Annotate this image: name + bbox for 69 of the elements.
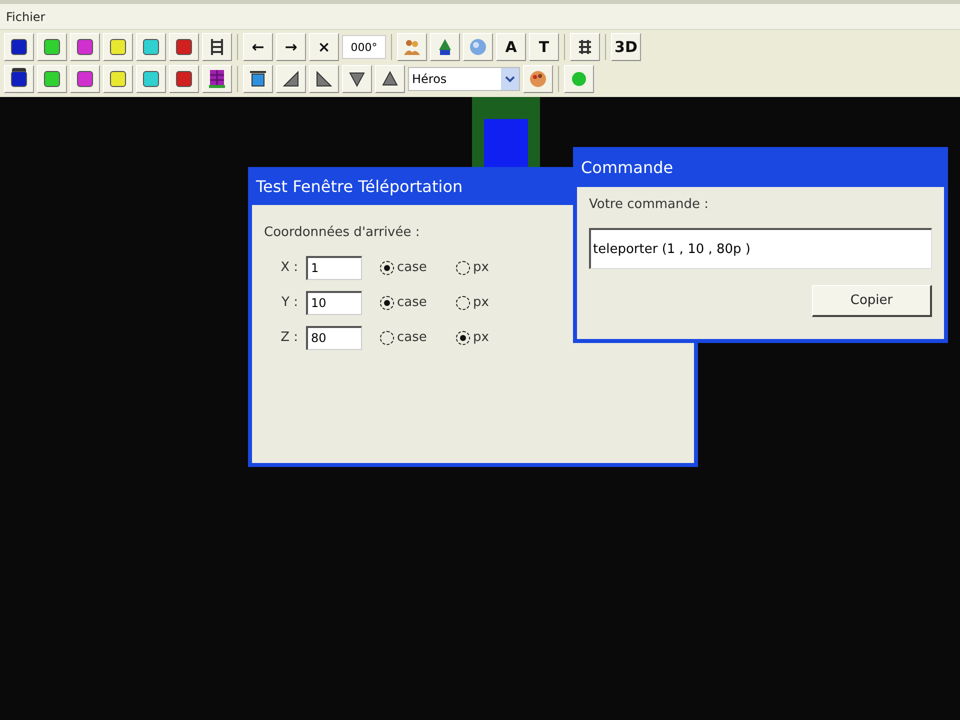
color-button[interactable] (37, 65, 67, 93)
toolbar-button[interactable]: → (276, 33, 306, 61)
axis-label: Z : (280, 330, 299, 345)
toolbar-button[interactable] (342, 65, 372, 93)
toolbar-button[interactable] (202, 33, 232, 61)
toolbar-button[interactable]: T (529, 33, 559, 61)
triangle-up-icon (382, 71, 398, 87)
toolbar-button[interactable] (243, 65, 273, 93)
grid-icon (577, 39, 593, 55)
toolbar-button[interactable] (430, 33, 460, 61)
toolbar-button[interactable]: × (309, 33, 339, 61)
radio-option[interactable]: px (456, 260, 532, 275)
dropdown[interactable]: Héros (408, 67, 520, 91)
menu-item[interactable]: Fichier (6, 10, 46, 24)
people-icon (403, 38, 421, 56)
toolbar-button[interactable] (523, 65, 553, 93)
radio-icon[interactable] (380, 260, 394, 274)
toolbar-button[interactable] (276, 65, 306, 93)
toolbar-button[interactable] (375, 65, 405, 93)
radio-icon[interactable] (456, 296, 470, 310)
radio-icon[interactable] (456, 260, 470, 274)
color-button[interactable] (136, 33, 166, 61)
coordinate-field[interactable]: 1 (306, 256, 362, 280)
radio-icon[interactable] (380, 330, 394, 344)
triangle-icon (283, 71, 299, 87)
radio-option[interactable]: px (456, 330, 532, 345)
palette-icon (529, 70, 547, 88)
axis-label: X : (280, 260, 299, 275)
circle-icon (571, 71, 587, 87)
toolbar-button[interactable] (309, 65, 339, 93)
square-icon (249, 70, 267, 88)
field-label: Votre commande : (589, 197, 710, 212)
radio-option[interactable]: case (380, 295, 456, 310)
angle-field[interactable]: 000° (342, 35, 386, 59)
radio-icon[interactable] (380, 296, 394, 310)
toolbar-button[interactable] (202, 65, 232, 93)
toolbar-button[interactable]: A (496, 33, 526, 61)
block-icon (208, 69, 226, 89)
color-button[interactable] (70, 33, 100, 61)
color-button[interactable] (4, 65, 34, 93)
color-button[interactable] (169, 33, 199, 61)
coordinate-field[interactable]: 80 (306, 326, 362, 350)
copy-button[interactable]: Copier (812, 285, 932, 317)
toolbar-button[interactable] (570, 33, 600, 61)
color-button[interactable] (4, 33, 34, 61)
color-button[interactable] (169, 65, 199, 93)
toolbar-button[interactable]: ← (243, 33, 273, 61)
color-button[interactable] (37, 33, 67, 61)
color-button[interactable] (103, 65, 133, 93)
radio-option[interactable]: case (380, 260, 456, 275)
coordinate-field[interactable]: 10 (306, 290, 362, 314)
radio-icon[interactable] (456, 330, 470, 344)
color-button[interactable] (70, 65, 100, 93)
tree-icon (437, 38, 453, 56)
ladder-icon (209, 38, 225, 56)
triangle-icon (316, 71, 332, 87)
triangle-down-icon (349, 71, 365, 87)
section-label: Coordonnées d'arrivée : (264, 225, 421, 240)
color-button[interactable] (103, 33, 133, 61)
command-field[interactable]: teleporter (1 , 10 , 80p ) (589, 228, 932, 269)
toolbar-button[interactable]: 3D (611, 33, 641, 61)
window-title: Commande (581, 158, 674, 176)
sphere-icon (469, 38, 487, 56)
window-title: Test Fenêtre Téléportation (256, 176, 463, 196)
radio-option[interactable]: case (380, 330, 456, 345)
color-button[interactable] (136, 65, 166, 93)
axis-label: Y : (280, 295, 299, 310)
character-block (484, 119, 528, 169)
radio-option[interactable]: px (456, 295, 532, 310)
